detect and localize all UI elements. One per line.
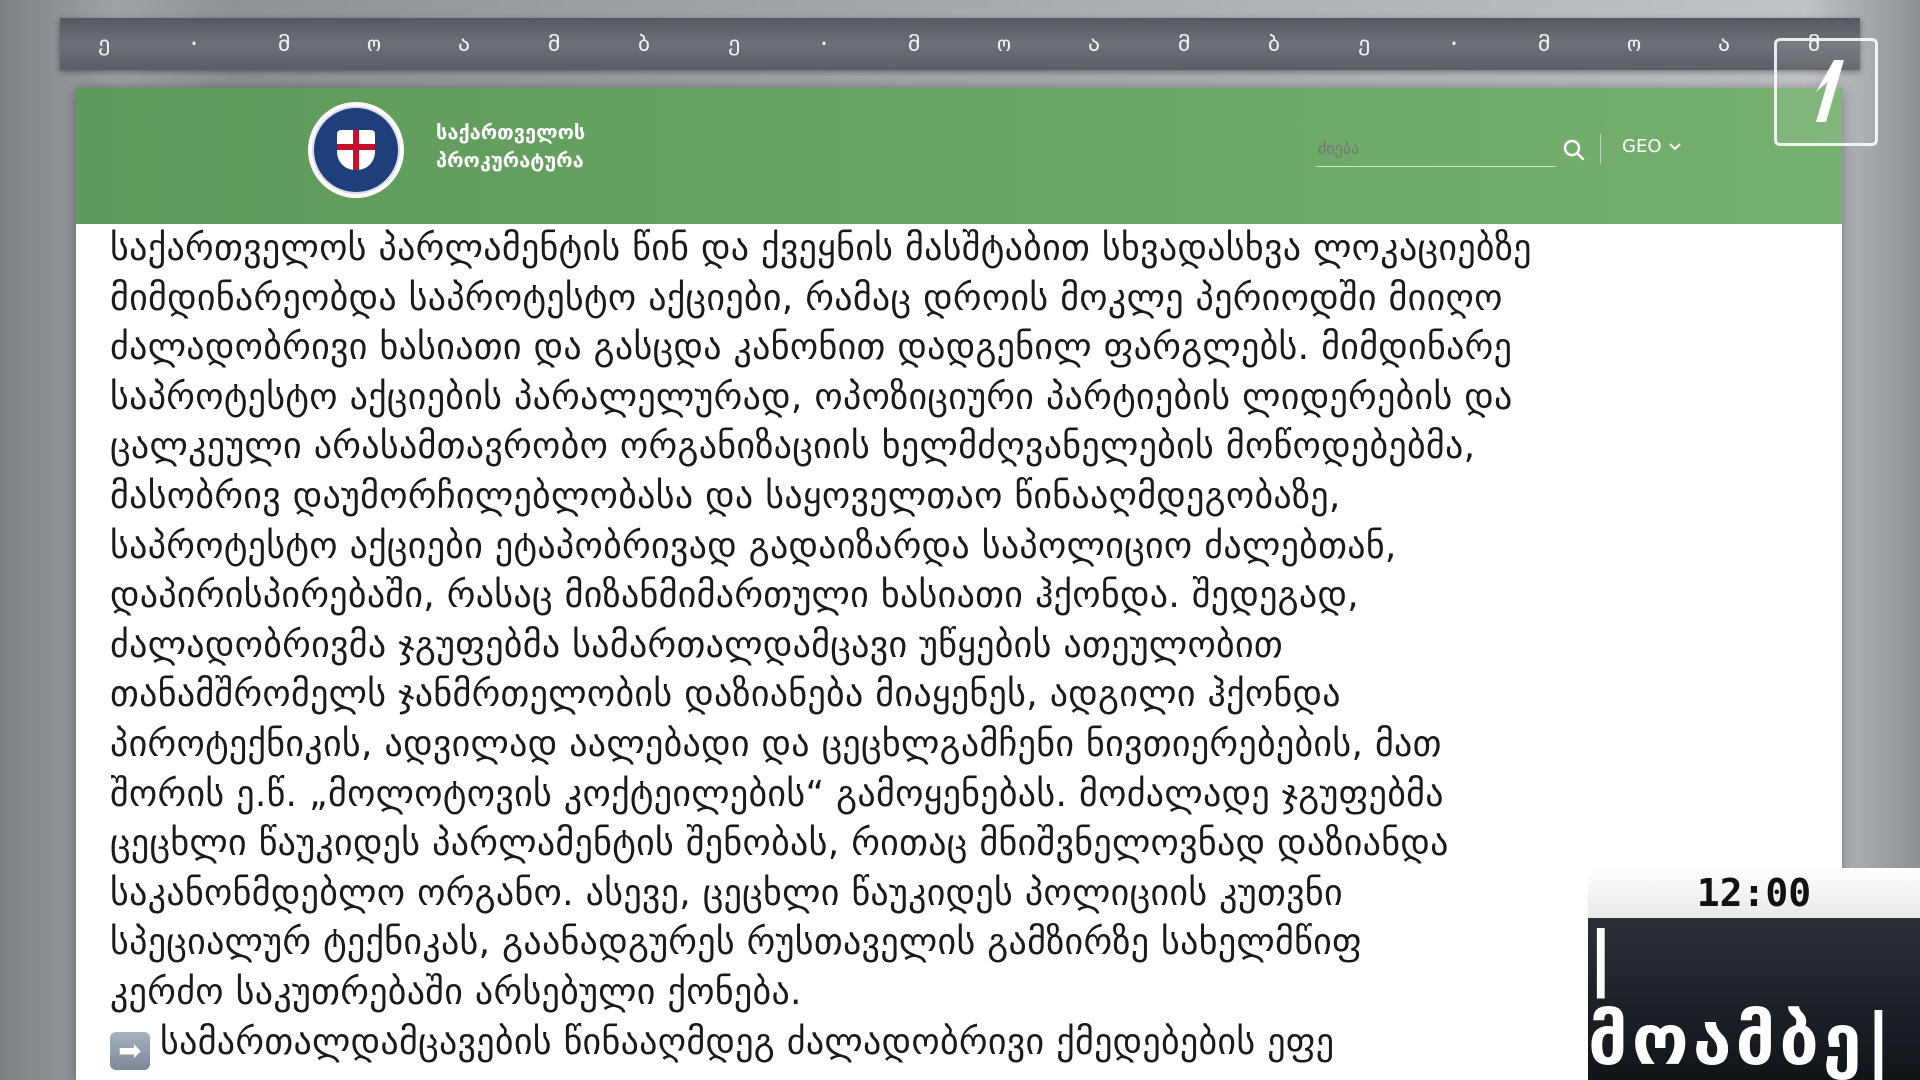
article-line: თანამშრომელს ჯანმრთელობის დაზიანება მიაყ… — [110, 674, 1341, 716]
ticker-char: ე — [1357, 31, 1373, 57]
article-line: დაპირისპირებაში, რასაც მიზანმიმართული ხა… — [110, 575, 1359, 617]
broadcast-clock: 12:00 — [1588, 868, 1920, 918]
article-line: მასობრივ დაუმორჩილებლობასა და საყოველთაო… — [110, 475, 1341, 517]
program-title-box: |მოამბე| — [1588, 917, 1920, 1080]
article-line: კერძო საკუთრებაში არსებული ქონება. — [110, 971, 802, 1013]
emblem-icon — [312, 106, 400, 194]
article-line: ძალადობრივი ხასიათი და გასცდა კანონით და… — [110, 327, 1513, 369]
arrow-right-icon: ➡ — [110, 1031, 150, 1070]
article-line: ცეცხლი წაუკიდეს პარლამენტის შენობას, რით… — [110, 823, 1449, 865]
channel-one-logo — [1774, 38, 1878, 146]
ticker-char: ო — [997, 31, 1013, 57]
ticker-char: მ — [547, 31, 563, 57]
article-line: საკანონმდებლო ორგანო. ასევე, ცეცხლი წაუკ… — [110, 872, 1343, 914]
ticker-char: ა — [1717, 31, 1733, 57]
ticker-char: ბ — [637, 31, 653, 57]
header-divider — [1600, 134, 1601, 164]
ticker-char: · — [1447, 31, 1463, 57]
search-box — [1316, 132, 1556, 167]
org-name[interactable]: საქართველოს პროკურატურა — [436, 118, 585, 174]
article-body: საქართველოს პარლამენტის წინ და ქვეყნის მ… — [110, 224, 1820, 1070]
bullet-text: სამართალდამცავების წინააღმდეგ ძალადობრივ… — [160, 1021, 1335, 1063]
article-line: მიმდინარეობდა საპროტესტო აქციები, რამაც … — [110, 277, 1503, 319]
article-line: ძალადობრივმა ჯგუფებმა სამართალდამცავი უწ… — [110, 624, 1284, 666]
article-line: სპეციალურ ტექნიკას, გაანადგურეს რუსთაველ… — [110, 922, 1363, 964]
ticker-char: ა — [1087, 31, 1103, 57]
ticker-char: · — [187, 31, 203, 57]
article-line: საქართველოს პარლამენტის წინ და ქვეყნის მ… — [110, 228, 1532, 269]
bullet-paragraph: ➡ სამართალდამცავების წინააღმდეგ ძალადობრი… — [110, 1018, 1820, 1070]
article-line: შორის ე.წ. „მოლოტოვის კოქტეილების“ გამოყ… — [110, 773, 1444, 815]
ticker-char: მ — [1177, 31, 1193, 57]
ticker-char: ბ — [1267, 31, 1283, 57]
ticker-char: მ — [907, 31, 923, 57]
ticker-char: ო — [367, 31, 383, 57]
ticker-char: ე — [97, 31, 113, 57]
language-selector[interactable]: GEO — [1622, 136, 1682, 157]
ticker-char: ე — [727, 31, 743, 57]
article-line: პიროტექნიკის, ადვილად აალებადი და ცეცხლგ… — [110, 723, 1442, 765]
article-line: საპროტესტო აქციების პარალელურად, ოპოზიცი… — [110, 376, 1513, 418]
org-name-line1: საქართველოს — [436, 120, 586, 144]
channel-number-icon — [1816, 60, 1844, 122]
program-title: |მოამბე| — [1588, 917, 1896, 1080]
top-ticker-strip: ე · მ ო ა მ ბ ე · მ ო ა მ ბ ე · მ ო ა მ — [60, 18, 1860, 70]
ticker-char: ა — [457, 31, 473, 57]
ticker-char: · — [817, 31, 833, 57]
site-header: საქართველოს პროკურატურა GEO — [76, 88, 1842, 224]
ticker-char: მ — [277, 31, 293, 57]
shield-icon — [337, 130, 375, 170]
ticker-char: ო — [1627, 31, 1643, 57]
article-line: საპროტესტო აქციები ეტაპობრივად გადაიზარდ… — [110, 525, 1397, 567]
article-line: ცალკეული არასამთავრობო ორგანიზაციის ხელმ… — [110, 426, 1476, 468]
search-input[interactable] — [1316, 132, 1520, 164]
chevron-down-icon — [1668, 142, 1681, 150]
clock-time: 12:00 — [1696, 871, 1812, 915]
tv-frame: ე · მ ო ა მ ბ ე · მ ო ა მ ბ ე · მ ო ა მ … — [0, 0, 1920, 1080]
web-page: საქართველოს პროკურატურა GEO საქარ — [76, 88, 1842, 1080]
language-label: GEO — [1622, 136, 1662, 157]
prosecutor-office-logo[interactable] — [308, 102, 404, 198]
org-name-line2: პროკურატურა — [436, 148, 584, 172]
ticker-char: მ — [1537, 31, 1553, 57]
search-icon[interactable] — [1560, 136, 1588, 164]
